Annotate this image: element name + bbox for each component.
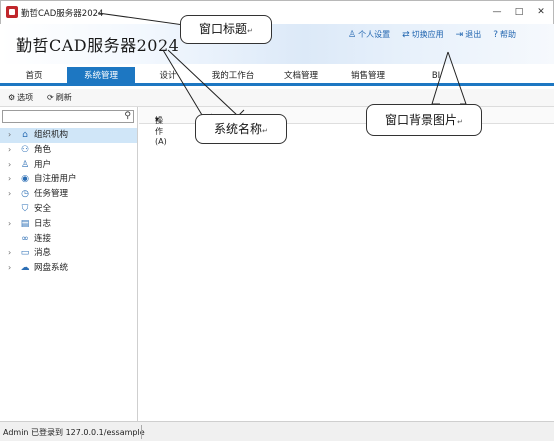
return-mark-icon: ↵ bbox=[262, 127, 268, 135]
leader-window-background-2 bbox=[447, 51, 467, 105]
leader-window-background bbox=[431, 51, 449, 105]
callout-text: 窗口标题 bbox=[199, 22, 248, 36]
leader-system-name-2 bbox=[167, 49, 245, 117]
callout-window-background: 窗口背景图片↵ bbox=[366, 104, 482, 136]
callout-window-title: 窗口标题↵ bbox=[180, 15, 272, 44]
annotation-leaders bbox=[97, 12, 467, 121]
callout-system-name: 系统名称↵ bbox=[195, 114, 287, 144]
callout-text: 系统名称 bbox=[214, 122, 263, 136]
return-mark-icon: ↵ bbox=[457, 118, 463, 126]
leader-window-title bbox=[97, 12, 185, 37]
return-mark-icon: ↵ bbox=[247, 27, 253, 35]
callout-text: 窗口背景图片 bbox=[385, 113, 458, 127]
